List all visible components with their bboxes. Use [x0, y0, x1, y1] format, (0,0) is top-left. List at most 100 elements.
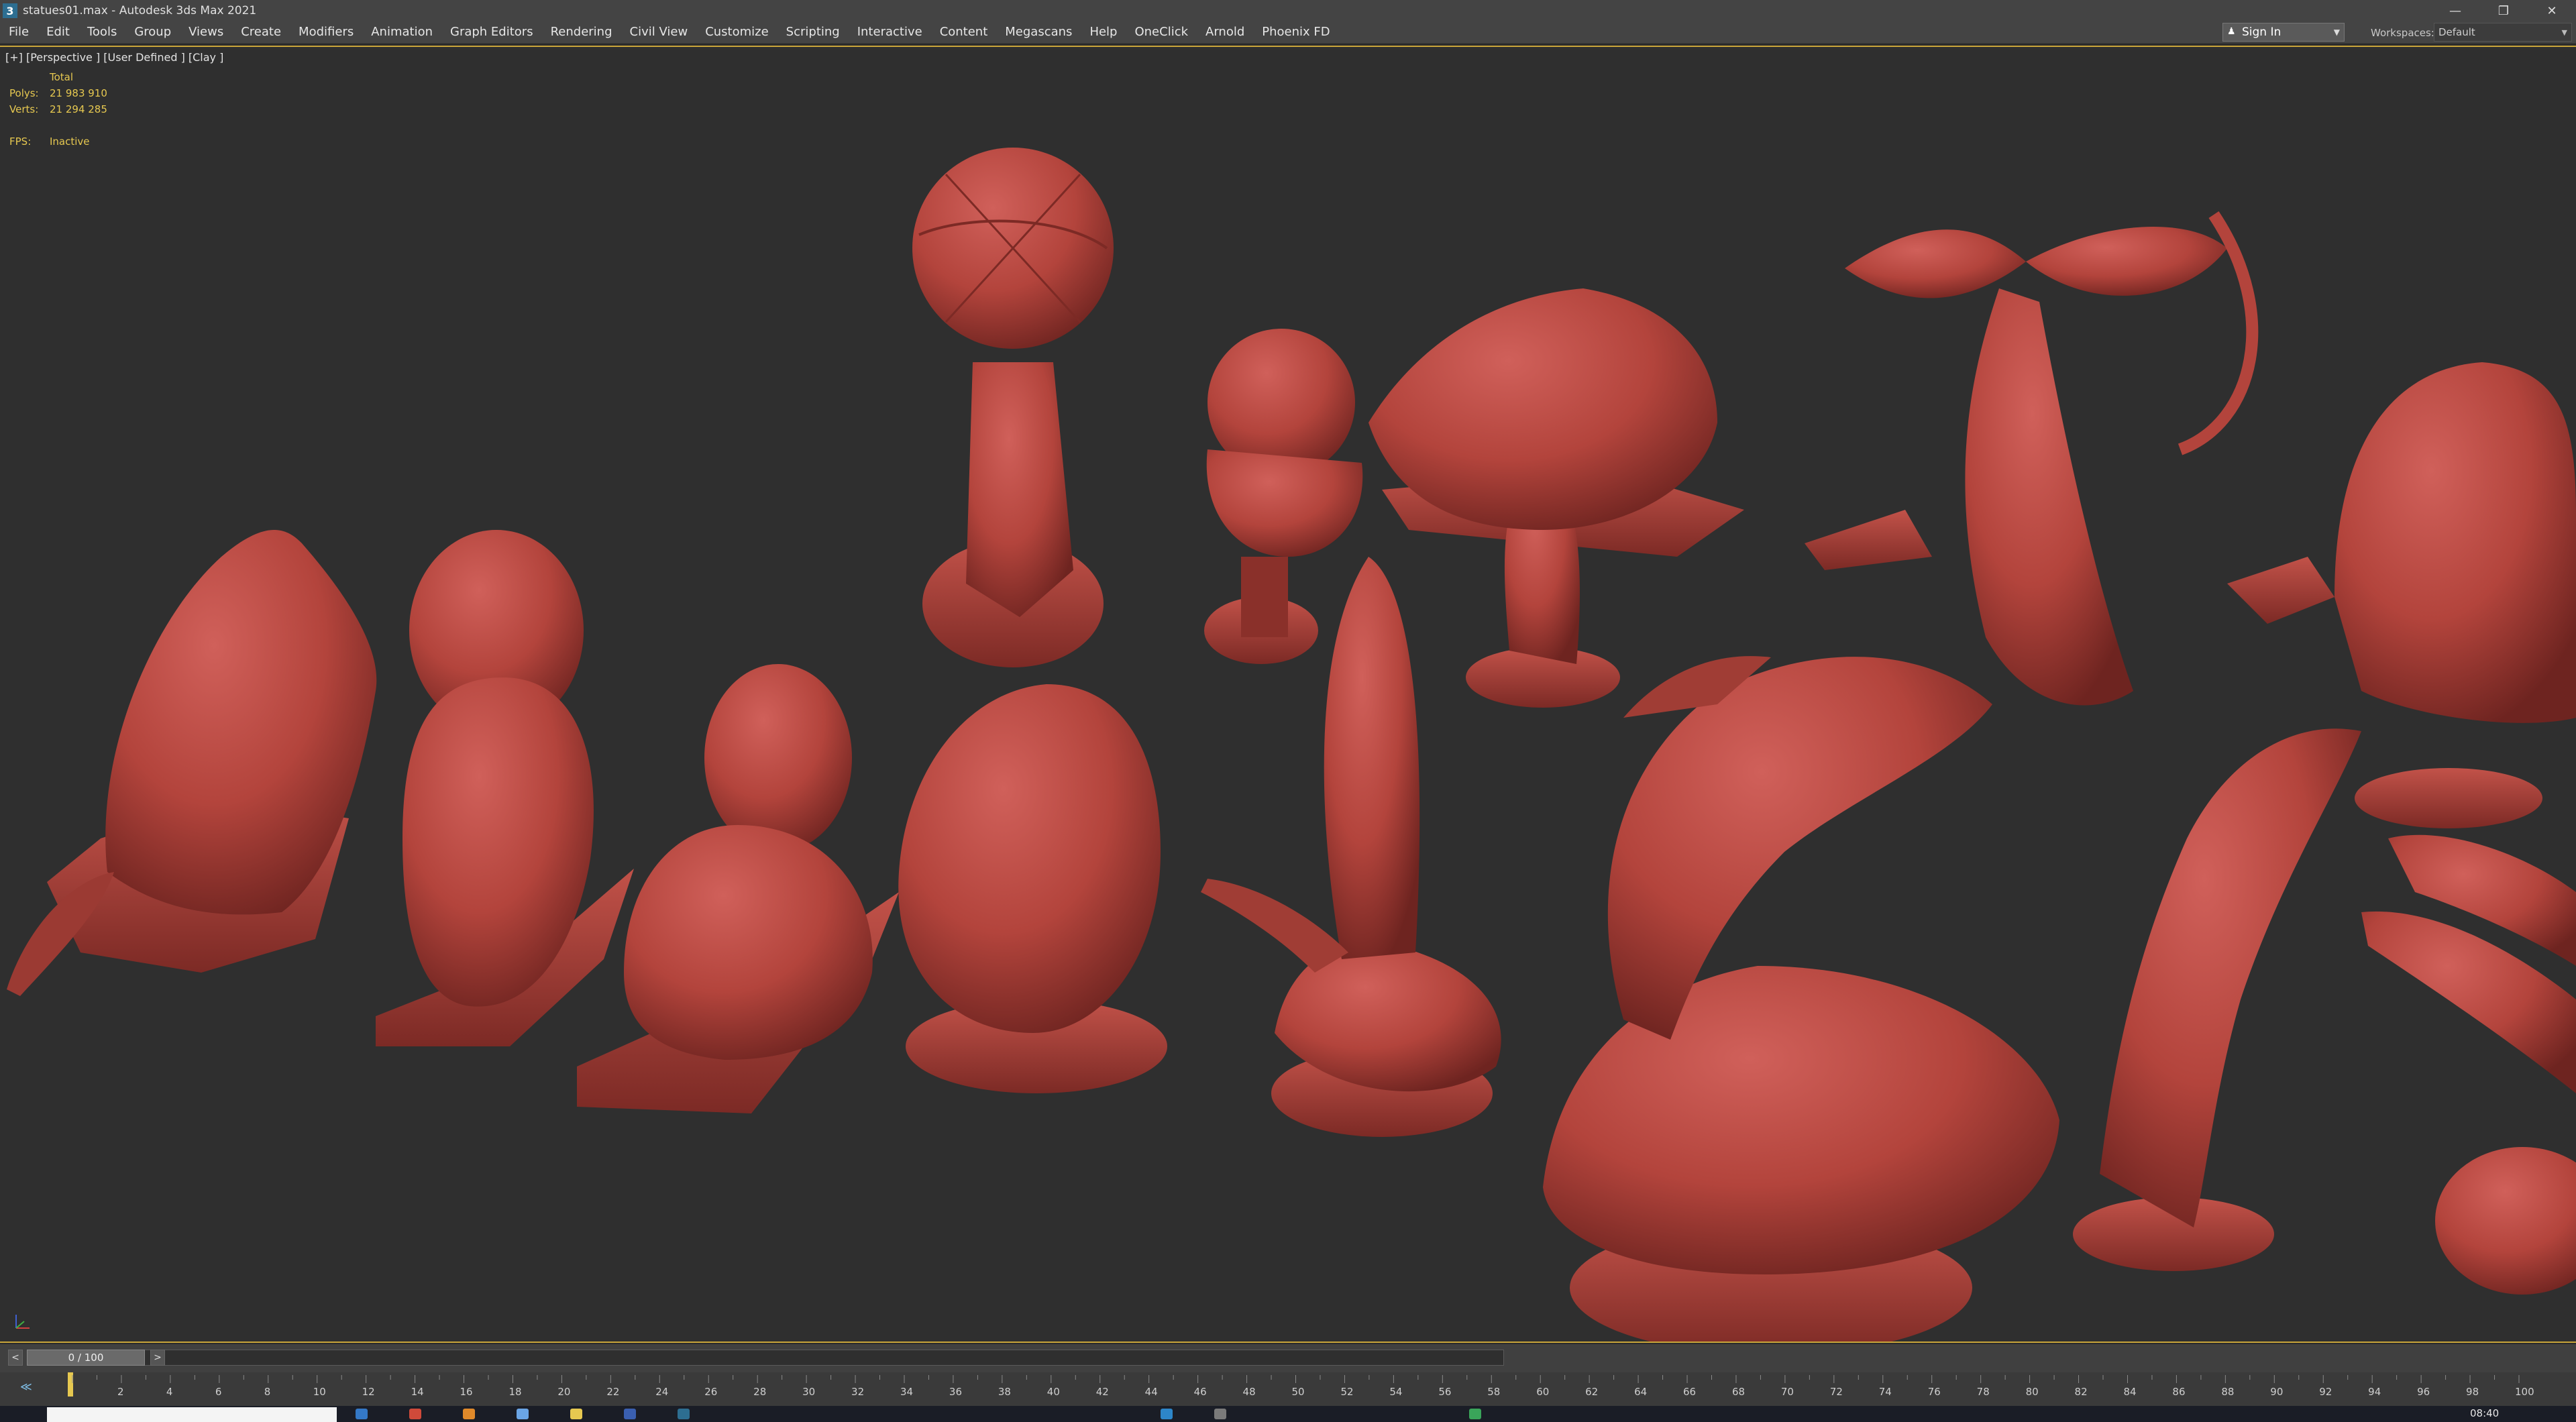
axis-gizmo-icon	[15, 1315, 30, 1329]
menu-megascans[interactable]: Megascans	[996, 21, 1081, 43]
frame-tick-label: 86	[2172, 1386, 2186, 1398]
frame-tick-label: 76	[1927, 1386, 1941, 1398]
frame-tick-label: 62	[1585, 1386, 1599, 1398]
coral-statue[interactable]	[1368, 288, 1744, 708]
snake-statue[interactable]	[2361, 834, 2576, 1295]
restore-icon[interactable]: ❐	[2479, 0, 2528, 21]
menu-graph-editors[interactable]: Graph Editors	[441, 21, 542, 43]
time-slider: 0 / 100 < >	[0, 1344, 2576, 1372]
panther-statue[interactable]	[7, 530, 377, 996]
taskbar-app-icon[interactable]	[570, 1409, 582, 1419]
frame-tick-label: 78	[1976, 1386, 1990, 1398]
viewport-label[interactable]: [+] [Perspective ] [User Defined ] [Clay…	[5, 51, 223, 64]
frame-tick-label: 20	[557, 1386, 571, 1398]
frame-tick-label: 18	[508, 1386, 522, 1398]
prev-frame-button[interactable]: <	[8, 1350, 23, 1366]
frame-tick-label: 92	[2319, 1386, 2332, 1398]
frame-tick-label: 34	[900, 1386, 914, 1398]
stats-polys-label: Polys:	[9, 87, 39, 99]
menu-help[interactable]: Help	[1081, 21, 1126, 43]
stats-verts-label: Verts:	[9, 103, 39, 115]
frame-display: 0 / 100	[68, 1352, 104, 1364]
system-clock[interactable]: 08:40	[2470, 1407, 2499, 1419]
menu-arnold[interactable]: Arnold	[1197, 21, 1253, 43]
frame-tick-label: 4	[166, 1386, 173, 1398]
frame-tick-label: 6	[215, 1386, 222, 1398]
frame-tick-label: 54	[1389, 1386, 1403, 1398]
menu-scripting[interactable]: Scripting	[777, 21, 849, 43]
frame-tick-label: 32	[851, 1386, 865, 1398]
close-icon[interactable]: ✕	[2528, 0, 2576, 21]
frame-tick-label: 14	[411, 1386, 424, 1398]
chevron-down-icon: ▼	[2333, 28, 2340, 37]
frame-tick-label: 50	[1291, 1386, 1305, 1398]
frame-tick-label: 68	[1731, 1386, 1746, 1398]
stats-polys-value: 21 983 910	[50, 87, 107, 99]
taskbar-app-icon[interactable]	[409, 1409, 421, 1419]
menu-file[interactable]: File	[0, 21, 38, 43]
taskbar-app-icon[interactable]	[1214, 1409, 1226, 1419]
dolphin-statue-2[interactable]	[2073, 728, 2361, 1271]
frame-tick-label: 56	[1438, 1386, 1452, 1398]
frame-tick-label: 42	[1095, 1386, 1109, 1398]
frame-tick-label: 72	[1829, 1386, 1843, 1398]
frame-tick-label: 60	[1536, 1386, 1550, 1398]
blob-statue[interactable]	[898, 684, 1167, 1093]
3ds-max-taskbar-icon[interactable]	[1161, 1409, 1173, 1419]
chevron-down-icon: ▼	[2561, 28, 2567, 37]
frame-tick-label: 44	[1144, 1386, 1158, 1398]
menu-oneclick[interactable]: OneClick	[1126, 21, 1197, 43]
menu-interactive[interactable]: Interactive	[849, 21, 931, 43]
frame-tick-label: 70	[1780, 1386, 1794, 1398]
track-bar[interactable]: ≪ 2 4 6 8 10 12 14 16 18 20 22 24 26 28 30 32 34 36 38 40 42…	[0, 1372, 2576, 1406]
minimize-icon[interactable]: —	[2431, 0, 2479, 21]
atlas-statue[interactable]	[912, 148, 1114, 667]
menu-content[interactable]: Content	[931, 21, 997, 43]
workspaces-label: Workspaces:	[2371, 27, 2434, 39]
menu-group[interactable]: Group	[125, 21, 180, 43]
taskbar-app-icon[interactable]	[517, 1409, 529, 1419]
fairy-statue[interactable]	[1805, 211, 2259, 706]
taskbar-app-icon[interactable]	[678, 1409, 690, 1419]
title-bar: 3 statues01.max - Autodesk 3ds Max 2021 …	[0, 0, 2576, 21]
stats-verts-value: 21 294 285	[50, 103, 107, 115]
menu-civil-view[interactable]: Civil View	[621, 21, 697, 43]
frame-tick-label: 52	[1340, 1386, 1354, 1398]
koi-fish-statue[interactable]	[1543, 656, 2059, 1342]
taskbar-app-icon[interactable]	[463, 1409, 475, 1419]
menu-animation[interactable]: Animation	[362, 21, 441, 43]
menu-tools[interactable]: Tools	[78, 21, 125, 43]
key-filter-icon[interactable]: ≪	[20, 1380, 32, 1394]
frame-tick-label: 90	[2270, 1386, 2284, 1398]
menu-create[interactable]: Create	[232, 21, 290, 43]
menu-phoenix-fd[interactable]: Phoenix FD	[1253, 21, 1338, 43]
frame-tick-label: 24	[655, 1386, 669, 1398]
perspective-viewport[interactable]: [+] [Perspective ] [User Defined ] [Clay…	[0, 46, 2576, 1343]
bust-statue[interactable]	[1204, 329, 1363, 664]
taskbar-search-box[interactable]	[47, 1407, 337, 1422]
menu-views[interactable]: Views	[180, 21, 232, 43]
menu-modifiers[interactable]: Modifiers	[290, 21, 362, 43]
next-frame-button[interactable]: >	[150, 1350, 165, 1366]
frame-tick-label: 30	[802, 1386, 816, 1398]
menu-rendering[interactable]: Rendering	[542, 21, 621, 43]
taskbar-app-icon[interactable]	[624, 1409, 636, 1419]
frame-tick-label: 48	[1242, 1386, 1256, 1398]
app-logo-icon[interactable]: 3	[3, 3, 17, 18]
frame-tick-label: 8	[264, 1386, 271, 1398]
menu-edit[interactable]: Edit	[38, 21, 78, 43]
task-view-icon[interactable]	[356, 1409, 368, 1419]
time-slider-thumb[interactable]: 0 / 100	[27, 1350, 145, 1366]
frame-tick-label: 66	[1683, 1386, 1697, 1398]
sign-in-label: Sign In	[2242, 25, 2282, 39]
sign-in-dropdown[interactable]: ♟ Sign In ▼	[2222, 23, 2345, 42]
frame-tick-label: 22	[606, 1386, 620, 1398]
lion-statue-1[interactable]	[376, 530, 634, 1046]
time-slider-track[interactable]	[27, 1350, 1504, 1366]
workspaces-select[interactable]: Default ▼	[2434, 23, 2572, 42]
menu-customize[interactable]: Customize	[696, 21, 777, 43]
taskbar-app-icon[interactable]	[1469, 1409, 1481, 1419]
stats-total-header: Total	[50, 71, 74, 83]
windows-taskbar: 08:40	[0, 1406, 2576, 1422]
frame-tick-label: 74	[1878, 1386, 1892, 1398]
